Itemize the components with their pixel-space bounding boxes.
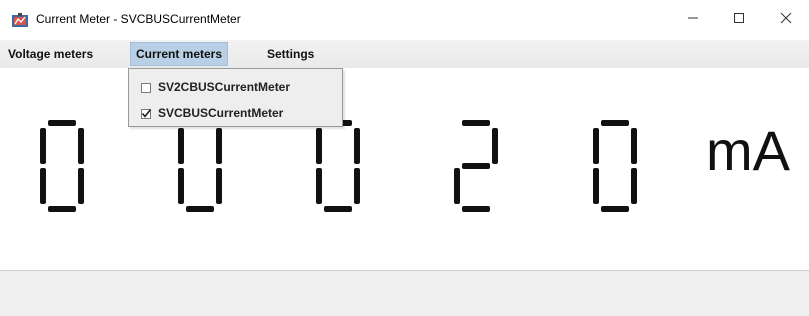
segment-b [216, 128, 222, 164]
window-title: Current Meter - SVCBUSCurrentMeter [36, 12, 241, 26]
maximize-icon [733, 11, 745, 29]
menu-bar: Voltage meters Current meters Settings [0, 40, 809, 68]
segment-d [462, 206, 490, 212]
dropdown-item-label: SV2CBUSCurrentMeter [158, 80, 291, 94]
menu-voltage-meters[interactable]: Voltage meters [4, 43, 97, 65]
segment-f [178, 128, 184, 164]
checkbox-svcbus[interactable] [141, 109, 152, 119]
segment-d [186, 206, 214, 212]
digit-5 [593, 120, 637, 212]
segment-f [316, 128, 322, 164]
current-meters-dropdown: SV2CBUSCurrentMeter SVCBUSCurrentMeter [128, 68, 343, 127]
segment-f [40, 128, 46, 164]
digit-1 [40, 120, 84, 212]
segment-e [40, 168, 46, 204]
minimize-icon [687, 11, 699, 29]
dropdown-item-sv2cbus[interactable]: SV2CBUSCurrentMeter [130, 76, 341, 98]
segment-b [631, 128, 637, 164]
status-bar [0, 271, 809, 316]
segment-b [78, 128, 84, 164]
segment-g [462, 163, 490, 169]
segment-d [324, 206, 352, 212]
dropdown-item-svcbus[interactable]: SVCBUSCurrentMeter [130, 102, 341, 124]
segment-c [78, 168, 84, 204]
title-bar: Current Meter - SVCBUSCurrentMeter [0, 0, 809, 40]
digit-3 [316, 120, 360, 212]
segment-b [354, 128, 360, 164]
segment-d [48, 206, 76, 212]
segment-c [216, 168, 222, 204]
segment-c [631, 168, 637, 204]
checkbox-sv2cbus[interactable] [141, 83, 151, 93]
segment-a [48, 120, 76, 126]
segment-f [593, 128, 599, 164]
segment-b [492, 128, 498, 164]
maximize-button[interactable] [716, 0, 762, 40]
close-button[interactable] [763, 0, 809, 40]
menu-settings[interactable]: Settings [263, 43, 318, 65]
segment-e [316, 168, 322, 204]
segment-d [601, 206, 629, 212]
segment-e [593, 168, 599, 204]
digit-4 [454, 120, 498, 212]
close-icon [780, 11, 792, 29]
segment-c [354, 168, 360, 204]
minimize-button[interactable] [670, 0, 716, 40]
menu-current-meters[interactable]: Current meters [130, 42, 229, 66]
digit-2 [178, 120, 222, 212]
unit-label: mA [706, 119, 790, 182]
checkmark-icon [141, 109, 152, 118]
app-icon [12, 13, 28, 27]
meter-display: mA [0, 68, 809, 268]
segment-a [601, 120, 629, 126]
dropdown-item-label: SVCBUSCurrentMeter [158, 106, 284, 120]
segment-e [454, 168, 460, 204]
segment-a [462, 120, 490, 126]
segment-e [178, 168, 184, 204]
